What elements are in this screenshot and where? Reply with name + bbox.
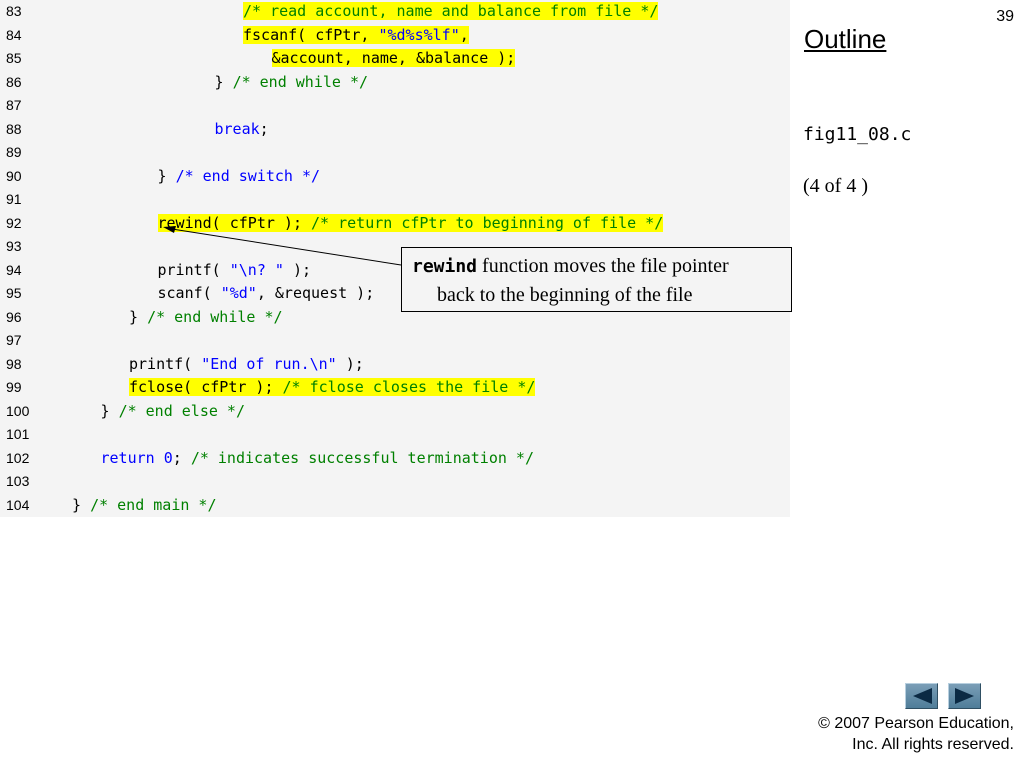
callout-line-2: back to the beginning of the file <box>437 284 693 306</box>
callout-code-word: rewind <box>412 256 478 277</box>
callout-line-1: rewind function moves the file pointer <box>412 255 729 278</box>
callout-line-1-text: function moves the file pointer <box>477 255 729 277</box>
callout-pointer-arrow <box>163 226 402 266</box>
left-arrow-icon <box>913 688 932 704</box>
next-slide-button[interactable] <box>948 683 981 709</box>
previous-slide-button[interactable] <box>905 683 938 709</box>
right-arrow-icon <box>955 688 974 704</box>
copyright-line-2: Inc. All rights reserved. <box>852 736 1014 753</box>
callout-box: rewind function moves the file pointer b… <box>401 247 792 312</box>
copyright-line-1: © 2007 Pearson Education, <box>818 715 1014 732</box>
copyright-notice: © 2007 Pearson Education, Inc. All right… <box>818 713 1014 755</box>
